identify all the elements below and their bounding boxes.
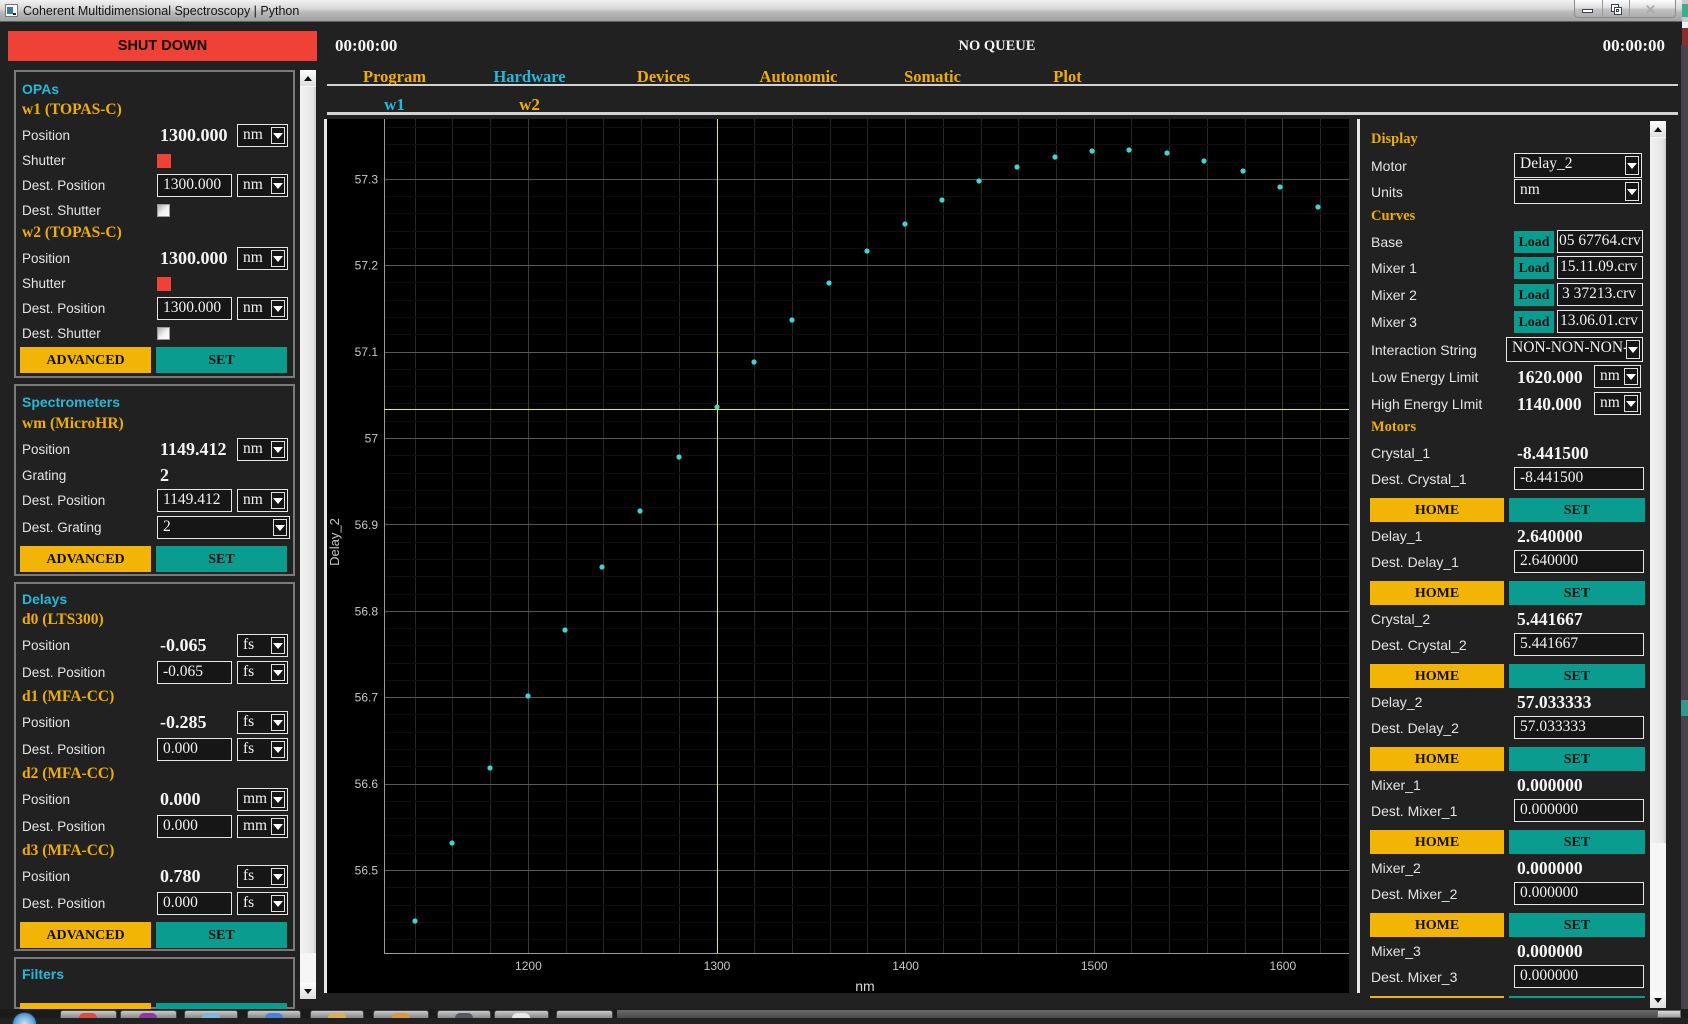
svg-text:56.9: 56.9 [355,518,379,532]
svg-text:56.8: 56.8 [355,604,379,618]
svg-text:57.3: 57.3 [355,172,379,186]
svg-text:57.1: 57.1 [355,345,379,359]
svg-text:56.7: 56.7 [355,691,379,705]
svg-text:56.6: 56.6 [355,777,379,791]
svg-text:nm: nm [855,978,874,993]
svg-text:57: 57 [365,432,379,446]
svg-text:1600: 1600 [1269,959,1296,973]
svg-text:1400: 1400 [892,959,919,973]
svg-text:57.2: 57.2 [355,259,379,273]
svg-text:Delay_2: Delay_2 [327,518,342,566]
svg-text:1500: 1500 [1081,959,1108,973]
svg-text:1200: 1200 [515,959,542,973]
svg-text:1300: 1300 [704,959,731,973]
svg-text:56.5: 56.5 [355,864,379,878]
